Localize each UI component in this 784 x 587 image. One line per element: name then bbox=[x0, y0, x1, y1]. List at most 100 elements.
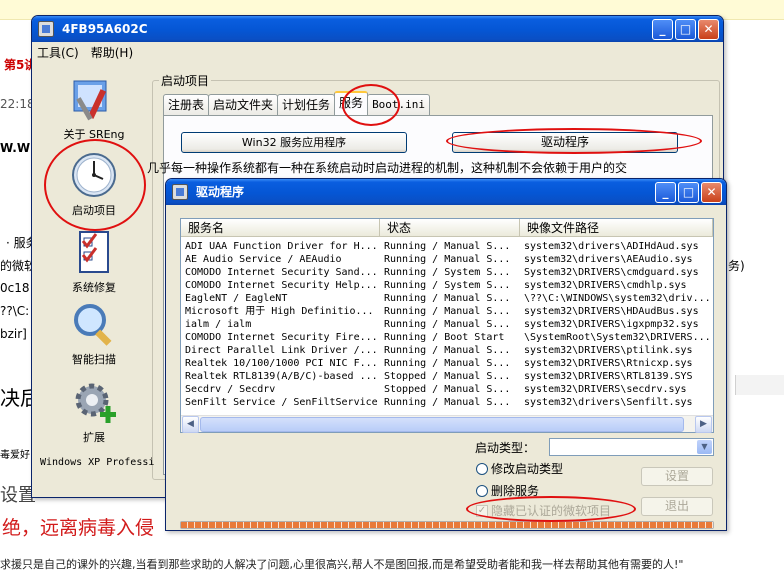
app-icon bbox=[38, 21, 54, 37]
cell-image-path: system32\DRIVERS\Rtnicxp.sys bbox=[524, 358, 693, 369]
main-window-title: 4FB95A602C bbox=[62, 22, 148, 36]
hide-verified-checkbox[interactable]: ✓ 隐藏已认证的微软项目 bbox=[476, 502, 611, 519]
win32-services-button[interactable]: Win32 服务应用程序 bbox=[181, 132, 407, 153]
table-row[interactable]: COMODO Internet Security Fire... Running … bbox=[181, 331, 713, 344]
scroll-left-button[interactable]: ◀ bbox=[182, 416, 199, 433]
col-image-path[interactable]: 映像文件路径 bbox=[520, 219, 713, 236]
nav-item-about[interactable]: 关于 SREng bbox=[38, 75, 150, 142]
gear-plus-icon bbox=[75, 383, 116, 423]
tab-services[interactable]: 服务 bbox=[334, 91, 369, 115]
table-row[interactable]: ialm / ialm Running / Manual S... system32… bbox=[181, 318, 713, 331]
horizontal-scrollbar[interactable]: ◀ ▶ bbox=[181, 415, 713, 433]
table-row[interactable]: Realtek 10/100/1000 PCI NIC F... Running … bbox=[181, 357, 713, 370]
chevron-down-icon[interactable]: ▼ bbox=[697, 440, 712, 454]
cell-status: Stopped / Manual S... bbox=[384, 371, 511, 382]
close-button[interactable]: ✕ bbox=[698, 19, 719, 40]
scroll-thumb[interactable] bbox=[200, 417, 684, 432]
dialog-minimize-button[interactable]: _ bbox=[655, 182, 676, 203]
cell-service-name: AE Audio Service / AEAudio bbox=[185, 254, 342, 265]
nav-label-scan: 智能扫描 bbox=[72, 353, 116, 366]
bg-side-strip bbox=[735, 375, 784, 395]
radio-delete-service[interactable]: 删除服务 bbox=[476, 482, 539, 499]
os-status-text: Windows XP Professi bbox=[40, 457, 155, 468]
nav-item-repair[interactable]: 系统修复 bbox=[38, 228, 150, 295]
col-status[interactable]: 状态 bbox=[380, 219, 520, 236]
main-title-bar[interactable]: 4FB95A602C _ □ ✕ bbox=[32, 16, 723, 42]
tools-icon bbox=[73, 80, 107, 121]
table-row[interactable]: EagleNT / EagleNT Running / Manual S... \?… bbox=[181, 292, 713, 305]
bg-slogan: 绝，远离病毒入侵 bbox=[2, 517, 155, 539]
cell-image-path: system32\drivers\Senfilt.sys bbox=[524, 397, 693, 408]
table-row[interactable]: Microsoft 用于 High Definitio... Running / … bbox=[181, 305, 713, 318]
cell-service-name: EagleNT / EagleNT bbox=[185, 293, 288, 304]
dialog-maximize-button[interactable]: □ bbox=[678, 182, 699, 203]
driver-programs-button[interactable]: 驱动程序 bbox=[452, 132, 678, 153]
tab-registry[interactable]: 注册表 bbox=[163, 94, 210, 115]
nav-item-startup[interactable]: 启动项目 bbox=[38, 151, 150, 218]
cell-status: Running / System S... bbox=[384, 267, 511, 278]
radio-modify-start-type[interactable]: 修改启动类型 bbox=[476, 460, 563, 477]
cell-service-name: ialm / ialm bbox=[185, 319, 252, 330]
nav-item-scan[interactable]: 智能扫描 bbox=[38, 300, 150, 367]
bg-fragment-right: 务) bbox=[728, 259, 745, 273]
table-row[interactable]: ADI UAA Function Driver for H... Running … bbox=[181, 240, 713, 253]
driver-title-bar[interactable]: 驱动程序 _ □ ✕ bbox=[166, 179, 726, 205]
table-row[interactable]: Direct Parallel Link Driver /... Running … bbox=[181, 344, 713, 357]
driver-dialog-title: 驱动程序 bbox=[196, 185, 245, 199]
menu-bar: 工具(C) 帮助(H) bbox=[32, 42, 723, 62]
minimize-button[interactable]: _ bbox=[652, 19, 673, 40]
tab-boot-ini[interactable]: Boot.ini bbox=[367, 94, 431, 115]
tab-scheduled-tasks[interactable]: 计划任务 bbox=[277, 94, 336, 115]
cell-service-name: ADI UAA Function Driver for H... bbox=[185, 241, 378, 252]
cell-image-path: System32\DRIVERS\cmdguard.sys bbox=[524, 267, 699, 278]
cell-status: Stopped / Manual S... bbox=[384, 384, 511, 395]
table-row[interactable]: AE Audio Service / AEAudio Running / Manu… bbox=[181, 253, 713, 266]
cell-service-name: Realtek RTL8139(A/B/C)-based ... bbox=[185, 371, 378, 382]
cell-image-path: system32\DRIVERS\secdrv.sys bbox=[524, 384, 687, 395]
table-row[interactable]: COMODO Internet Security Sand... Running … bbox=[181, 266, 713, 279]
table-row[interactable]: SenFilt Service / SenFiltService Running … bbox=[181, 396, 713, 409]
menu-help[interactable]: 帮助(H) bbox=[91, 44, 133, 61]
clock-icon bbox=[72, 153, 116, 197]
scroll-right-button[interactable]: ▶ bbox=[695, 416, 712, 433]
col-service-name[interactable]: 服务名 bbox=[181, 219, 380, 236]
checkbox-mark[interactable]: ✓ bbox=[476, 504, 488, 517]
cell-image-path: system32\drivers\ADIHdAud.sys bbox=[524, 241, 699, 252]
driver-list-body: ADI UAA Function Driver for H... Running … bbox=[181, 240, 713, 409]
nav-item-extend[interactable]: 扩展 bbox=[38, 378, 150, 445]
radio-delete-label: 删除服务 bbox=[491, 484, 540, 498]
dialog-close-button[interactable]: ✕ bbox=[701, 182, 722, 203]
cell-service-name: COMODO Internet Security Sand... bbox=[185, 267, 378, 278]
start-type-select[interactable]: ▼ bbox=[549, 438, 714, 456]
radio-dot[interactable] bbox=[476, 484, 488, 497]
cell-image-path: system32\drivers\AEAudio.sys bbox=[524, 254, 693, 265]
cell-service-name: Realtek 10/100/1000 PCI NIC F... bbox=[185, 358, 378, 369]
magnifier-icon bbox=[74, 304, 112, 346]
cell-status: Running / Manual S... bbox=[384, 358, 511, 369]
scan-progress-bar bbox=[180, 521, 714, 529]
bg-fragment-7: bzir] bbox=[0, 327, 27, 341]
bg-fragment-5: 0c18 bbox=[0, 281, 30, 295]
maximize-button[interactable]: □ bbox=[675, 19, 696, 40]
cell-status: Running / Manual S... bbox=[384, 397, 511, 408]
radio-dot[interactable] bbox=[476, 462, 488, 475]
cell-service-name: Secdrv / Secdrv bbox=[185, 384, 276, 395]
driver-dialog: 驱动程序 _ □ ✕ 服务名 状态 映像文件路径 ADI UAA Functio… bbox=[165, 178, 727, 531]
bg-quote: 求援只是自己的课外的兴趣,当看到那些求助的人解决了问题,心里很高兴,帮人不是图回… bbox=[0, 558, 684, 571]
cell-image-path: system32\DRIVERS\HDAudBus.sys bbox=[524, 306, 699, 317]
nav-label-about: 关于 SREng bbox=[63, 128, 125, 141]
table-row[interactable]: COMODO Internet Security Help... Running … bbox=[181, 279, 713, 292]
cell-status: Running / System S... bbox=[384, 280, 511, 291]
cell-service-name: COMODO Internet Security Help... bbox=[185, 280, 378, 291]
cell-status: Running / Manual S... bbox=[384, 241, 511, 252]
driver-list[interactable]: 服务名 状态 映像文件路径 ADI UAA Function Driver fo… bbox=[180, 218, 714, 433]
menu-tools[interactable]: 工具(C) bbox=[37, 44, 79, 61]
table-row[interactable]: Secdrv / Secdrv Stopped / Manual S... syst… bbox=[181, 383, 713, 396]
bg-fragment-6: ??\C: bbox=[0, 304, 30, 318]
table-row[interactable]: Realtek RTL8139(A/B/C)-based ... Stopped … bbox=[181, 370, 713, 383]
left-nav: 关于 SREng 启动项目 系统修复 智能扫描 扩展 bbox=[38, 66, 150, 486]
nav-label-repair: 系统修复 bbox=[72, 281, 116, 294]
set-button[interactable]: 设置 bbox=[641, 467, 713, 486]
tab-startup-folder[interactable]: 启动文件夹 bbox=[208, 94, 279, 115]
exit-button[interactable]: 退出 bbox=[641, 497, 713, 516]
